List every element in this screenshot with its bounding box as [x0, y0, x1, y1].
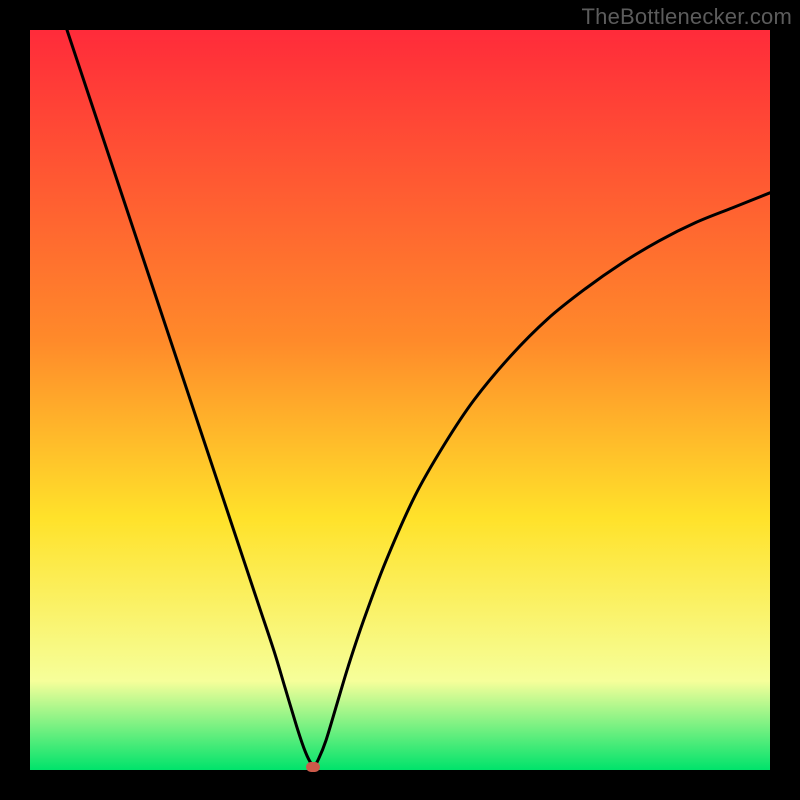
watermark-label: TheBottlenecker.com: [582, 4, 792, 30]
bottleneck-curve: [30, 30, 770, 770]
chart-frame: TheBottlenecker.com: [0, 0, 800, 800]
optimal-point-marker: [306, 762, 320, 772]
plot-area: [30, 30, 770, 770]
